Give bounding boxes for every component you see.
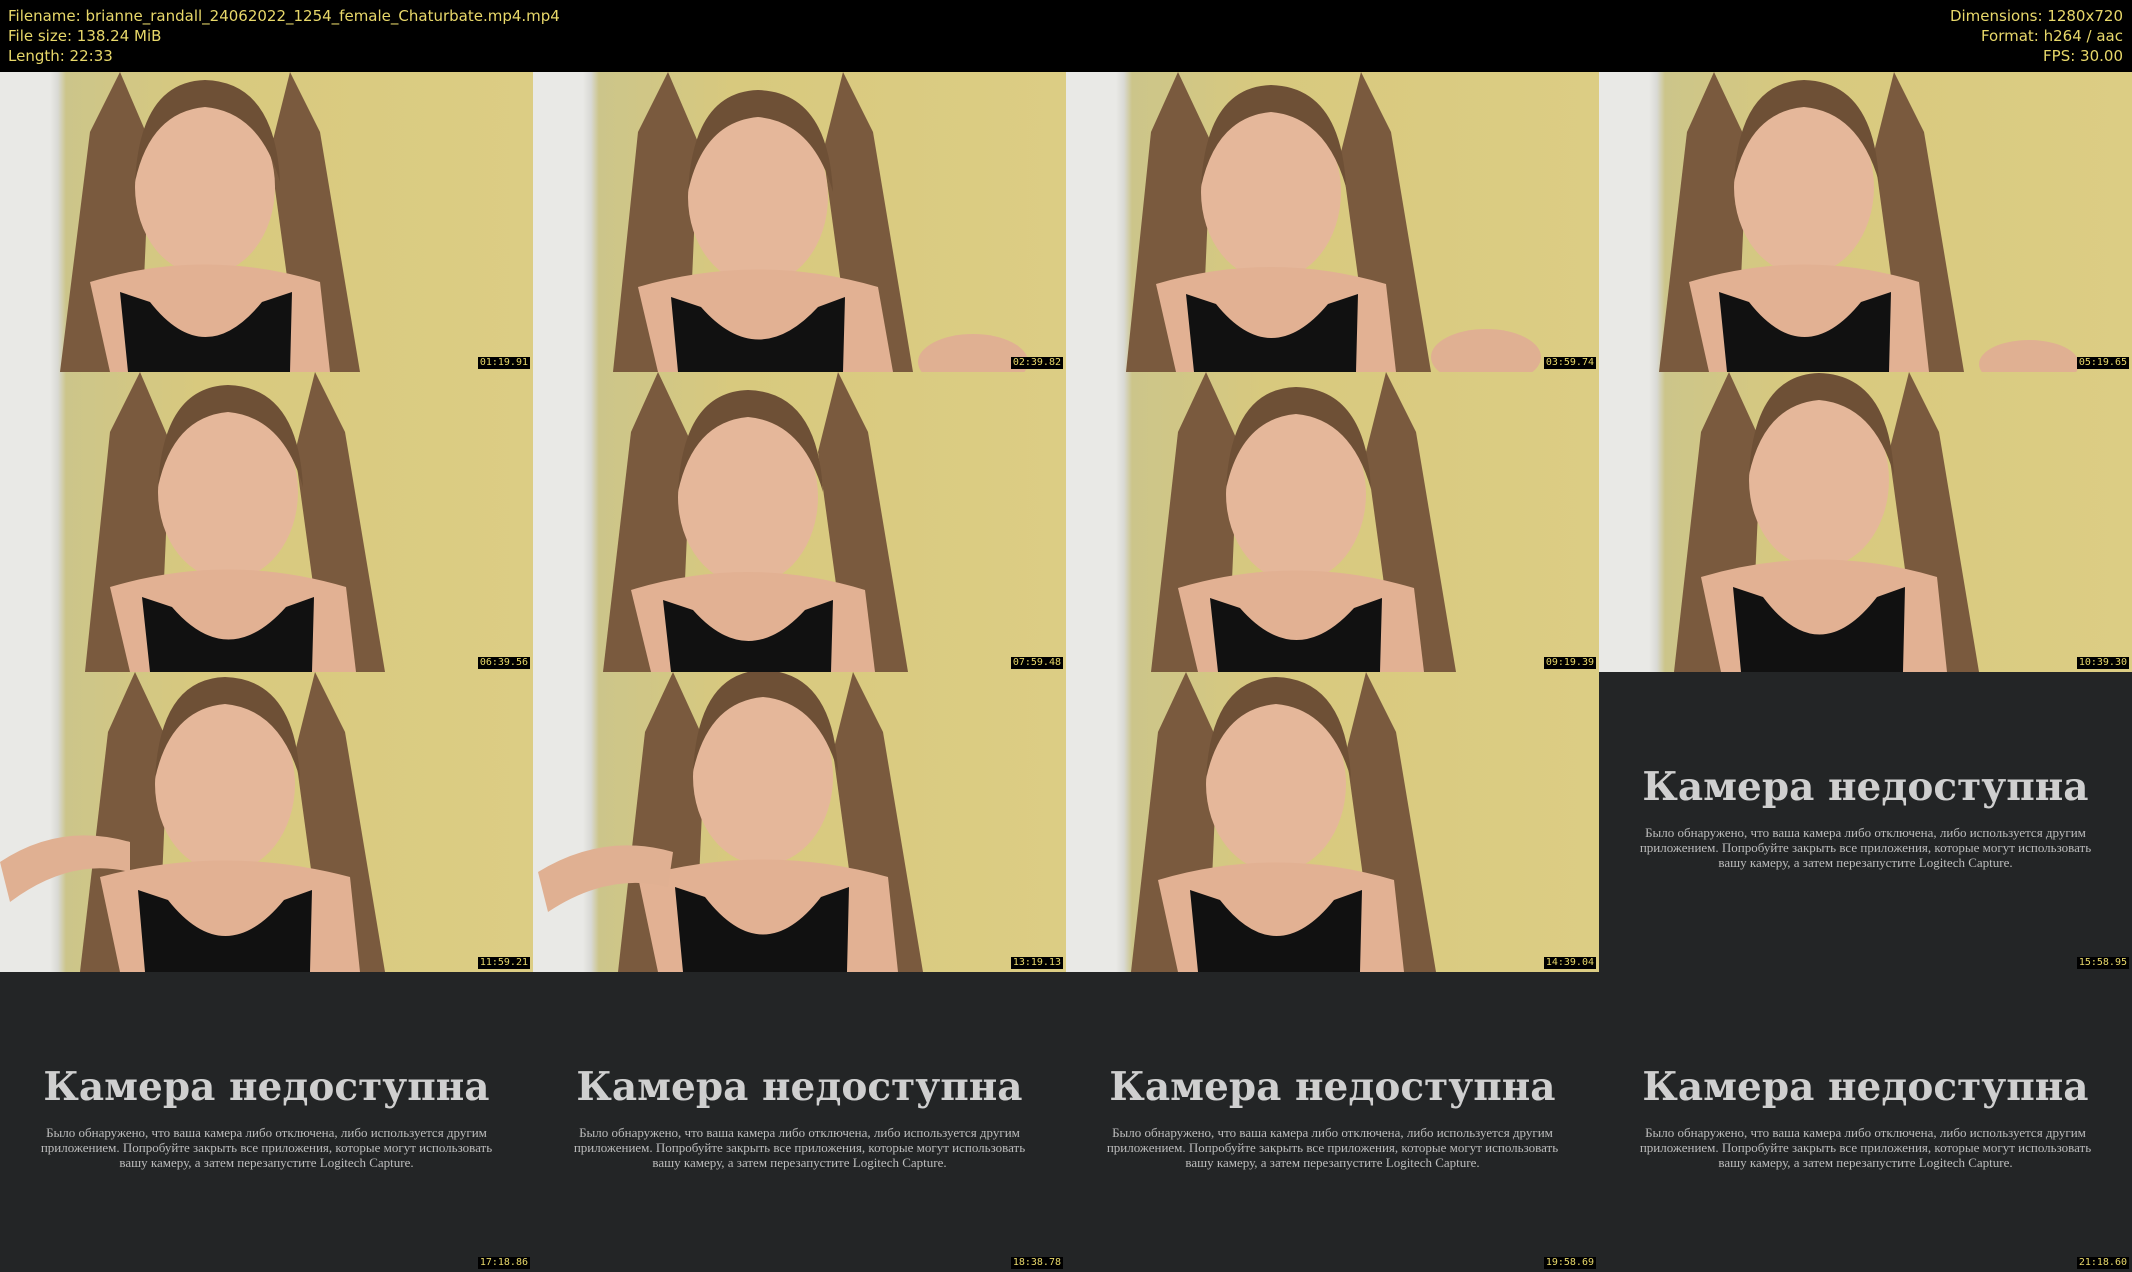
metadata-right: Dimensions: 1280x720 Format: h264 / aac … [1950,6,2123,66]
thumbnail-frame[interactable]: 10:39.30 [1599,372,2132,672]
thumbnail-frame[interactable]: Камера недоступна Было обнаружено, что в… [533,972,1066,1272]
person-figure [1659,72,2079,372]
camera-unavailable-message: Было обнаружено, что ваша камера либо от… [573,1125,1026,1170]
timestamp: 06:39.56 [477,657,530,669]
timestamp: 07:59.48 [1010,657,1063,669]
format-text: Format: h264 / aac [1980,27,2123,45]
thumbnail-frame[interactable]: Камера недоступна Было обнаружено, что в… [1599,672,2132,972]
timestamp: 09:19.39 [1543,657,1596,669]
camera-unavailable-title: Камера недоступна [576,1064,1023,1110]
camera-unavailable-message: Было обнаружено, что ваша камера либо от… [1106,1125,1559,1170]
person-figure [603,372,908,672]
person-figure [1674,372,1979,672]
timestamp: 15:58.95 [2076,957,2129,969]
metadata-header: Filename: brianne_randall_24062022_1254_… [0,0,2132,72]
camera-unavailable-message: Было обнаружено, что ваша камера либо от… [40,1125,493,1170]
filesize-text: File size: 138.24 MiB [8,27,162,45]
thumbnail-grid: 01:19.91 02:39.82 03:59.74 05:19.65 06:3… [0,72,2132,1272]
thumbnail-frame[interactable]: 01:19.91 [0,72,533,372]
camera-unavailable-title: Камера недоступна [1642,1064,2089,1110]
timestamp: 17:18.86 [477,1257,530,1269]
timestamp: 21:18.60 [2076,1257,2129,1269]
timestamp: 01:19.91 [477,357,530,369]
filename-text: Filename: brianne_randall_24062022_1254_… [8,7,560,25]
metadata-left: Filename: brianne_randall_24062022_1254_… [8,6,560,66]
thumbnail-frame[interactable]: Камера недоступна Было обнаружено, что в… [1066,972,1599,1272]
thumbnail-frame[interactable]: 14:39.04 [1066,672,1599,972]
length-text: Length: 22:33 [8,47,113,65]
thumbnail-frame[interactable]: 05:19.65 [1599,72,2132,372]
timestamp: 11:59.21 [477,957,530,969]
person-figure [538,672,923,972]
timestamp: 19:58.69 [1543,1257,1596,1269]
thumbnail-frame[interactable]: Камера недоступна Было обнаружено, что в… [1599,972,2132,1272]
timestamp: 14:39.04 [1543,957,1596,969]
timestamp: 05:19.65 [2076,357,2129,369]
timestamp: 03:59.74 [1543,357,1596,369]
camera-unavailable-title: Камера недоступна [1109,1064,1556,1110]
dimensions-text: Dimensions: 1280x720 [1949,7,2123,25]
timestamp: 02:39.82 [1010,357,1063,369]
thumbnail-frame[interactable]: 06:39.56 [0,372,533,672]
thumbnail-frame[interactable]: Камера недоступна Было обнаружено, что в… [0,972,533,1272]
person-figure [613,72,1028,372]
timestamp: 10:39.30 [2076,657,2129,669]
person-figure [1131,672,1436,972]
person-figure [0,672,385,972]
thumbnail-frame[interactable]: 09:19.39 [1066,372,1599,672]
person-figure [1151,372,1456,672]
thumbnail-frame[interactable]: 13:19.13 [533,672,1066,972]
person-figure [1126,72,1541,372]
person-figure [85,372,385,672]
timestamp: 13:19.13 [1010,957,1063,969]
thumbnail-frame[interactable]: 11:59.21 [0,672,533,972]
camera-unavailable-title: Камера недоступна [1642,764,2089,810]
timestamp: 18:38.78 [1010,1257,1063,1269]
thumbnail-frame[interactable]: 07:59.48 [533,372,1066,672]
camera-unavailable-title: Камера недоступна [43,1064,490,1110]
thumbnail-frame[interactable]: 02:39.82 [533,72,1066,372]
fps-text: FPS: 30.00 [2043,47,2123,65]
camera-unavailable-message: Было обнаружено, что ваша камера либо от… [1639,1125,2092,1170]
thumbnail-frame[interactable]: 03:59.74 [1066,72,1599,372]
person-figure [60,72,360,372]
camera-unavailable-message: Было обнаружено, что ваша камера либо от… [1639,825,2092,870]
